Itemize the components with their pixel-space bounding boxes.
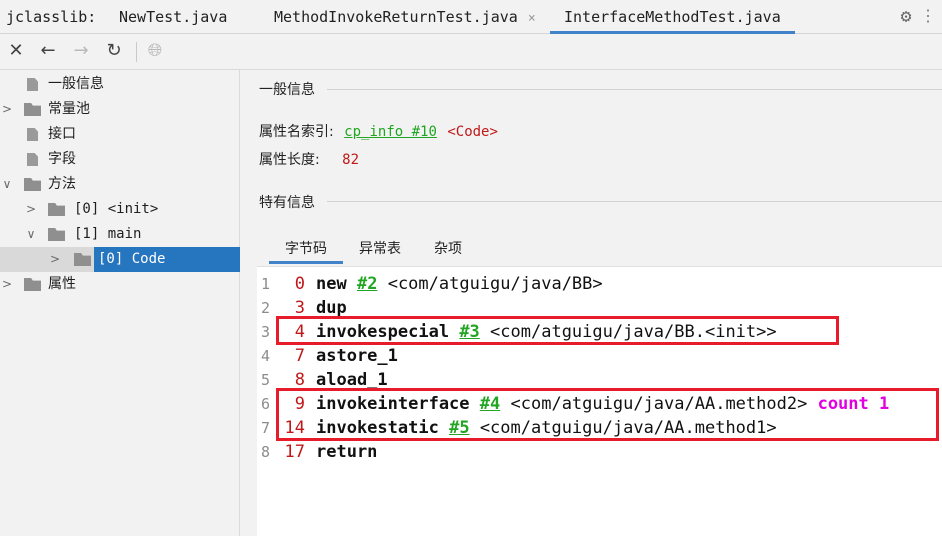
tree-item-label: [0] Code: [98, 251, 166, 267]
attribute-length-value: 82: [342, 152, 360, 168]
chevron-right-icon[interactable]: >: [0, 97, 14, 122]
bytecode-instruction: return: [316, 440, 377, 464]
attribute-name-index-label: 属性名索引:: [259, 124, 334, 140]
cp-info-link[interactable]: cp_info #10: [344, 124, 437, 140]
folder-icon: [24, 178, 41, 191]
tab-interfacemethodtest[interactable]: InterfaceMethodTest.java: [550, 0, 795, 34]
annotation-highlight-box: [276, 316, 839, 345]
specific-info-title: 特有信息: [259, 195, 315, 211]
tab-misc[interactable]: 杂项: [434, 234, 462, 264]
tab-label: MethodInvokeReturnTest.java: [274, 8, 518, 26]
tree-item-label: 一般信息: [48, 76, 104, 92]
tree-item-interfaces[interactable]: 接口: [0, 122, 240, 147]
tree-item-fields[interactable]: 字段: [0, 147, 240, 172]
tree-item-method-init[interactable]: > [0] <init>: [0, 197, 240, 222]
tab-label: InterfaceMethodTest.java: [564, 8, 781, 26]
tab-label: 异常表: [359, 241, 401, 257]
line-number: 7: [261, 419, 271, 437]
line-number: 3: [261, 323, 271, 341]
section-divider: [327, 89, 942, 90]
annotation-highlight-box: [276, 388, 939, 441]
file-icon: [27, 78, 38, 91]
chevron-right-icon[interactable]: >: [24, 197, 38, 222]
line-number: 1: [261, 275, 271, 293]
bytecode-listing[interactable]: 1 0 new #2 <com/atguigu/java/BB> 2 3 dup…: [257, 266, 942, 536]
tab-methodinvokereturntest[interactable]: MethodInvokeReturnTest.java ×: [274, 0, 536, 34]
line-number: 2: [261, 299, 271, 317]
line-number: 8: [261, 443, 271, 461]
tab-exception-table[interactable]: 异常表: [359, 234, 401, 264]
folder-icon: [48, 203, 65, 216]
bytecode-offset: 0: [294, 274, 305, 294]
more-options-icon[interactable]: ⋮: [920, 6, 936, 26]
attribute-name-value: <Code>: [447, 124, 498, 140]
bytecode-instruction: new #2 <com/atguigu/java/BB>: [316, 272, 603, 296]
opcode: aload_1: [316, 370, 388, 390]
tree-item-general-info[interactable]: 一般信息: [0, 72, 240, 97]
tab-bytecode[interactable]: 字节码: [269, 234, 343, 264]
app-label: jclasslib:: [6, 8, 97, 26]
chevron-right-icon[interactable]: >: [0, 272, 14, 297]
refresh-icon[interactable]: ↻: [103, 40, 125, 62]
tree-item-label: [0] <init>: [74, 201, 159, 217]
tree-item-label: 字段: [48, 151, 76, 167]
attribute-length-label: 属性长度:: [259, 152, 320, 168]
tab-label: NewTest.java: [119, 8, 228, 26]
tab-newtest[interactable]: NewTest.java: [119, 0, 227, 34]
tab-label: 杂项: [434, 241, 462, 257]
tree-item-label: 方法: [48, 176, 76, 192]
toolbar-separator: [136, 42, 137, 62]
bytecode-instruction: astore_1: [316, 344, 398, 368]
general-info-title: 一般信息: [259, 82, 315, 98]
toolbar: ✕ ← → ↻ 🌐︎: [0, 34, 942, 70]
opcode: dup: [316, 298, 347, 318]
line-number: 5: [261, 371, 271, 389]
tree-item-code[interactable]: > [0] Code: [0, 247, 240, 272]
folder-icon: [48, 228, 65, 241]
opcode: return: [316, 442, 378, 462]
tree-item-label: 属性: [48, 276, 76, 292]
folder-icon: [24, 278, 41, 291]
chevron-down-icon[interactable]: ∨: [0, 172, 14, 197]
attribute-name-index-row: 属性名索引: cp_info #10 <Code>: [259, 121, 498, 141]
back-arrow-icon[interactable]: ←: [37, 40, 59, 62]
structure-tree: 一般信息 > 常量池 接口 字段 ∨ 方法 > [0] <init> ∨ [1]…: [0, 70, 240, 536]
constant-ref-link[interactable]: #2: [357, 274, 377, 294]
opcode: new: [316, 274, 347, 294]
opcode: astore_1: [316, 346, 398, 366]
tree-item-method-main[interactable]: ∨ [1] main: [0, 222, 240, 247]
tree-item-constant-pool[interactable]: > 常量池: [0, 97, 240, 122]
close-icon[interactable]: ×: [528, 11, 536, 26]
close-icon[interactable]: ✕: [5, 40, 27, 62]
class-ref: <com/atguigu/java/BB>: [387, 274, 603, 294]
folder-icon: [24, 103, 41, 116]
tree-item-methods[interactable]: ∨ 方法: [0, 172, 240, 197]
chevron-down-icon[interactable]: ∨: [24, 222, 38, 247]
section-divider: [327, 201, 942, 202]
line-number: 6: [261, 395, 271, 413]
tree-item-label: 接口: [48, 126, 76, 142]
tree-item-label: 常量池: [48, 101, 90, 117]
gear-icon[interactable]: ⚙: [896, 7, 916, 27]
tree-item-label: [1] main: [74, 226, 142, 242]
web-icon[interactable]: 🌐︎: [144, 40, 166, 62]
attribute-length-row: 属性长度: 82: [259, 149, 359, 169]
bytecode-offset: 17: [284, 442, 305, 462]
tree-item-attributes[interactable]: > 属性: [0, 272, 240, 297]
bytecode-offset: 7: [294, 346, 305, 366]
detail-panel: 一般信息 属性名索引: cp_info #10 <Code> 属性长度: 82 …: [241, 70, 942, 536]
file-icon: [27, 153, 38, 166]
line-number: 4: [261, 347, 271, 365]
chevron-right-icon[interactable]: >: [48, 247, 62, 272]
forward-arrow-icon[interactable]: →: [70, 40, 92, 62]
file-icon: [27, 128, 38, 141]
editor-tab-bar: jclasslib: NewTest.java MethodInvokeRetu…: [0, 0, 942, 34]
tab-label: 字节码: [285, 241, 327, 257]
